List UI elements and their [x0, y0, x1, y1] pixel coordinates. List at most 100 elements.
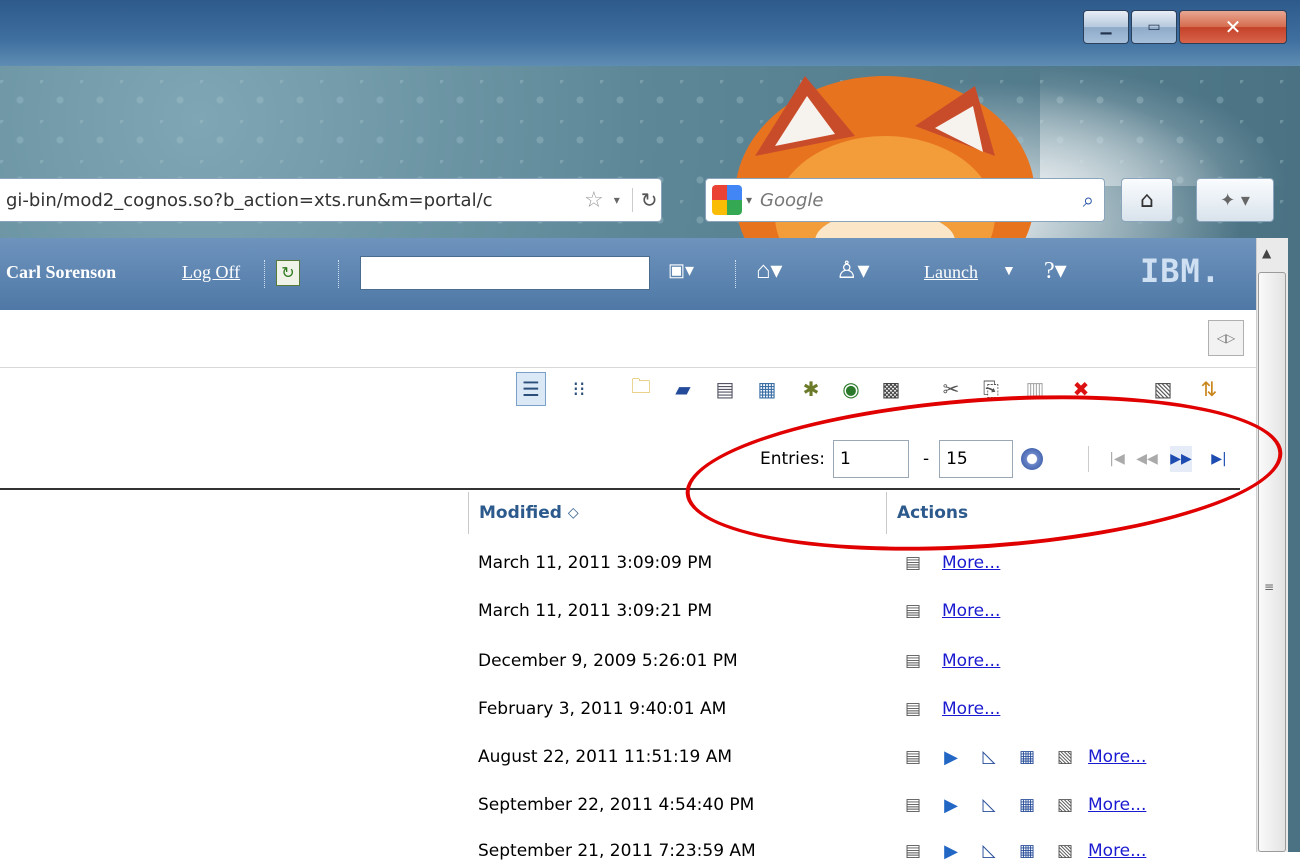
search-bar[interactable]: ▾ Google ⌕ [705, 178, 1105, 222]
properties-icon[interactable]: ▤ [898, 599, 928, 623]
schedule-icon[interactable]: ▦ [1012, 839, 1042, 863]
my-home-icon[interactable]: ⌂▾ [756, 256, 782, 285]
launch-menu[interactable]: Launch [924, 262, 978, 283]
scroll-up-arrow-icon[interactable]: ▲ [1262, 246, 1271, 260]
puzzle-icon: ✦ ▾ [1220, 189, 1250, 211]
table-row: August 22, 2011 11:51:19 AM [478, 742, 732, 772]
properties-icon[interactable]: ▤ [898, 697, 928, 721]
more-link[interactable]: More... [942, 651, 1000, 671]
modified-cell: August 22, 2011 11:51:19 AM [478, 747, 733, 767]
new-report-icon[interactable]: ▤ [710, 372, 740, 406]
actions-cell: ▤ ▶ ◺ ▦ ▧ More... [898, 836, 1146, 866]
properties-icon[interactable]: ▤ [898, 649, 928, 673]
delete-icon[interactable]: ✖ [1066, 372, 1096, 406]
more-link[interactable]: More... [1088, 795, 1146, 815]
previous-page-icon[interactable]: ◀◀ [1136, 446, 1158, 472]
run-icon[interactable]: ▶ [936, 839, 966, 863]
entries-from-input[interactable]: 1 [832, 440, 909, 478]
reload-icon[interactable]: ↻ [631, 188, 658, 212]
list-view-icon[interactable]: ☰ [516, 372, 546, 406]
modified-cell: December 9, 2009 5:26:01 PM [478, 651, 738, 671]
help-icon[interactable]: ?▾ [1044, 256, 1067, 285]
entries-label: Entries: [760, 449, 825, 469]
view-outputs-icon[interactable]: ▧ [1050, 793, 1080, 817]
refresh-icon[interactable]: ↻ [276, 260, 300, 286]
search-engine-dropdown-icon[interactable]: ▾ [746, 193, 752, 207]
collapse-panel-button[interactable]: ◁▷ [1208, 320, 1244, 356]
actions-label: Actions [897, 503, 969, 523]
ibm-logo: IBM. [1140, 252, 1222, 290]
log-off-link[interactable]: Log Off [182, 262, 240, 283]
new-page-icon[interactable]: ▩ [876, 372, 906, 406]
open-with-report-studio-icon[interactable]: ◺ [974, 793, 1004, 817]
cognos-search-input[interactable] [360, 256, 650, 290]
order-icon[interactable]: ⇅ [1194, 372, 1224, 406]
modified-cell: March 11, 2011 3:09:09 PM [478, 553, 713, 573]
first-page-icon[interactable]: |◀ [1106, 446, 1128, 472]
history-dropdown-icon[interactable]: ▾ [614, 193, 620, 207]
go-icon[interactable] [1021, 448, 1044, 470]
scroll-grip-icon: ≡ [1264, 580, 1275, 594]
more-link[interactable]: More... [1088, 841, 1146, 861]
maximize-button[interactable]: ▭ [1131, 10, 1177, 44]
cognos-toolbar: Carl Sorenson Log Off ↻ ▣▾ ⌂▾ ♙▾ Launch … [0, 238, 1256, 310]
my-area-icon[interactable]: ♙▾ [836, 256, 870, 285]
window-edge [1288, 66, 1300, 852]
last-page-icon[interactable]: ▶| [1208, 446, 1230, 472]
more-link[interactable]: More... [942, 699, 1000, 719]
properties-icon[interactable]: ▤ [898, 745, 928, 769]
actions-cell: ▤ ▶ ◺ ▦ ▧ More... [898, 790, 1146, 820]
more-link[interactable]: More... [942, 553, 1000, 573]
properties-icon[interactable]: ▤ [898, 793, 928, 817]
home-icon: ⌂ [1140, 187, 1154, 213]
entries-to-input[interactable]: 15 [939, 440, 1014, 478]
addon-menu-button[interactable]: ✦ ▾ [1196, 178, 1274, 222]
modified-cell: September 21, 2011 7:23:59 AM [478, 841, 756, 861]
search-input[interactable]: Google [760, 190, 1083, 211]
run-icon[interactable]: ▶ [936, 793, 966, 817]
open-with-report-studio-icon[interactable]: ◺ [974, 745, 1004, 769]
paste-icon[interactable]: ▥ [1020, 372, 1050, 406]
set-properties-icon[interactable]: ▧ [1148, 372, 1178, 406]
new-folder-icon[interactable]: 🗀 [626, 372, 656, 406]
close-window-button[interactable]: ✕ [1179, 10, 1287, 44]
new-url-icon[interactable]: ◉ [836, 372, 866, 406]
next-page-icon[interactable]: ▶▶ [1170, 446, 1192, 472]
run-icon[interactable]: ▶ [936, 745, 966, 769]
address-bar-url[interactable]: gi-bin/mod2_cognos.so?b_action=xts.run&m… [0, 190, 580, 211]
search-options-icon[interactable]: ▣▾ [668, 260, 694, 281]
properties-icon[interactable]: ▤ [898, 839, 928, 863]
toolbar-separator [735, 260, 736, 288]
launch-dropdown-icon[interactable]: ▼ [1002, 264, 1016, 280]
column-header-actions: Actions [886, 492, 1240, 534]
google-logo-icon [712, 185, 742, 215]
home-button[interactable]: ⌂ [1121, 178, 1173, 222]
view-outputs-icon[interactable]: ▧ [1050, 745, 1080, 769]
bookmark-star-icon[interactable]: ☆ [584, 188, 604, 213]
new-query-icon[interactable]: ▦ [752, 372, 782, 406]
scrollbar-thumb[interactable] [1258, 272, 1286, 852]
collapse-arrows-icon: ◁▷ [1216, 331, 1236, 345]
actions-cell: ▤ More... [898, 548, 1000, 578]
toolbar-separator [264, 260, 265, 288]
open-with-report-studio-icon[interactable]: ◺ [974, 839, 1004, 863]
cut-icon[interactable]: ✂ [936, 372, 966, 406]
new-package-icon[interactable]: ▰ [668, 372, 698, 406]
properties-icon[interactable]: ▤ [898, 551, 928, 575]
more-link[interactable]: More... [942, 601, 1000, 621]
minimize-button[interactable]: ▁ [1083, 10, 1129, 44]
magnifier-icon[interactable]: ⌕ [1083, 188, 1094, 212]
new-job-icon[interactable]: ✱ [796, 372, 826, 406]
view-outputs-icon[interactable]: ▧ [1050, 839, 1080, 863]
copy-icon[interactable]: ⎘ [976, 372, 1006, 406]
actions-cell: ▤ ▶ ◺ ▦ ▧ More... [898, 742, 1146, 772]
address-bar[interactable]: gi-bin/mod2_cognos.so?b_action=xts.run&m… [0, 178, 662, 222]
column-header-modified[interactable]: Modified ◇ [468, 492, 886, 534]
schedule-icon[interactable]: ▦ [1012, 745, 1042, 769]
more-link[interactable]: More... [1088, 747, 1146, 767]
maximize-icon: ▭ [1147, 19, 1161, 35]
details-view-icon[interactable]: ⁝⁝ [564, 372, 594, 406]
sort-icon[interactable]: ◇ [568, 505, 579, 521]
toolbar-separator [338, 260, 339, 288]
schedule-icon[interactable]: ▦ [1012, 793, 1042, 817]
